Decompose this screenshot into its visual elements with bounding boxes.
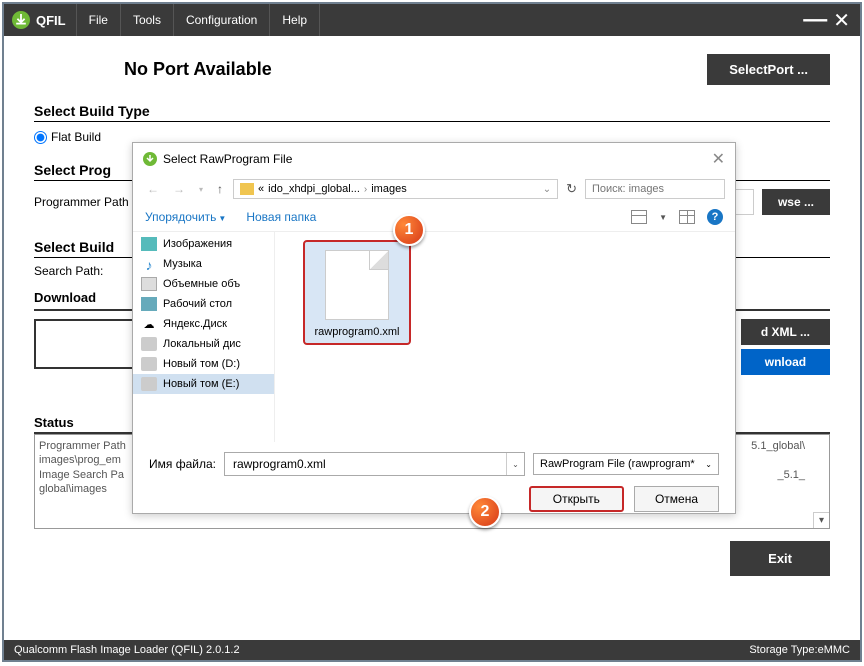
organize-dropdown[interactable]: Упорядочить▼ <box>145 210 226 224</box>
sidebar-item-drive-e[interactable]: Новый том (E:) <box>133 374 274 394</box>
dialog-logo-icon <box>143 152 157 166</box>
nav-history-icon[interactable]: ▾ <box>195 183 207 196</box>
pictures-icon <box>141 237 157 251</box>
exit-button[interactable]: Exit <box>730 541 830 576</box>
title-bar: QFIL File Tools Configuration Help — ✕ <box>4 4 860 36</box>
drive-icon <box>141 337 157 351</box>
folder-sidebar: Изображения ♪Музыка Объемные объ Рабочий… <box>133 232 275 442</box>
sidebar-item-drive-d[interactable]: Новый том (D:) <box>133 354 274 374</box>
drive-icon <box>141 377 157 391</box>
close-icon[interactable]: ✕ <box>833 8 850 33</box>
browse-button[interactable]: wse ... <box>762 189 830 215</box>
yandex-disk-icon: ☁ <box>141 317 157 331</box>
nav-back-icon[interactable]: ← <box>143 180 163 198</box>
filename-dropdown-icon[interactable]: ⌄ <box>506 453 524 475</box>
port-status: No Port Available <box>124 59 272 80</box>
view-mode-icon[interactable] <box>631 210 647 224</box>
callout-1: 1 <box>393 214 425 246</box>
load-xml-button[interactable]: d XML ... <box>741 319 830 345</box>
file-open-dialog: Select RawProgram File ✕ ← → ▾ ↑ « ido_x… <box>132 142 736 514</box>
menu-file[interactable]: File <box>76 4 120 36</box>
app-title: QFIL <box>36 13 66 28</box>
select-port-button[interactable]: SelectPort ... <box>707 54 830 85</box>
callout-2: 2 <box>469 496 501 528</box>
download-button[interactable]: wnload <box>741 349 830 375</box>
status-bar: Qualcomm Flash Image Loader (QFIL) 2.0.1… <box>4 640 860 660</box>
view-dropdown-icon[interactable]: ▼ <box>659 213 667 222</box>
dialog-close-icon[interactable]: ✕ <box>712 149 725 169</box>
flat-build-radio[interactable] <box>34 131 47 144</box>
desktop-icon <box>141 297 157 311</box>
sidebar-item-localdisk[interactable]: Локальный дис <box>133 334 274 354</box>
file-rawprogram0[interactable]: rawprogram0.xml <box>303 240 411 345</box>
search-path-label: Search Path: <box>34 264 103 278</box>
folder-icon <box>240 183 254 195</box>
sidebar-item-music[interactable]: ♪Музыка <box>133 254 274 274</box>
sidebar-item-desktop[interactable]: Рабочий стол <box>133 294 274 314</box>
build-type-title: Select Build Type <box>34 103 830 122</box>
main-menu: File Tools Configuration Help <box>76 4 320 36</box>
cancel-button[interactable]: Отмена <box>634 486 719 512</box>
scroll-down-icon[interactable]: ▾ <box>813 512 829 528</box>
minimize-icon[interactable]: — <box>803 6 827 34</box>
filename-input[interactable] <box>225 453 506 475</box>
statusbar-storage: Storage Type:eMMC <box>749 644 850 656</box>
refresh-icon[interactable]: ↻ <box>564 181 579 197</box>
dialog-title: Select RawProgram File <box>163 152 292 166</box>
drive-icon <box>141 357 157 371</box>
chevron-right-icon: › <box>364 184 367 195</box>
filename-combo[interactable]: ⌄ <box>224 452 525 476</box>
nav-forward-icon[interactable]: → <box>169 180 189 198</box>
menu-tools[interactable]: Tools <box>120 4 173 36</box>
menu-configuration[interactable]: Configuration <box>173 4 269 36</box>
preview-pane-icon[interactable] <box>679 210 695 224</box>
search-input[interactable] <box>585 179 725 199</box>
help-icon[interactable]: ? <box>707 209 723 225</box>
sidebar-item-yandex[interactable]: ☁Яндекс.Диск <box>133 314 274 334</box>
path-breadcrumb[interactable]: « ido_xhdpi_global... › images ⌄ <box>233 179 558 199</box>
app-logo-icon <box>12 11 30 29</box>
open-button[interactable]: Открыть <box>529 486 624 512</box>
chevron-down-icon[interactable]: ⌄ <box>543 184 551 195</box>
new-folder-button[interactable]: Новая папка <box>246 210 316 224</box>
nav-up-icon[interactable]: ↑ <box>213 180 227 198</box>
sidebar-item-pictures[interactable]: Изображения <box>133 234 274 254</box>
menu-help[interactable]: Help <box>269 4 320 36</box>
3d-objects-icon <box>141 277 157 291</box>
sidebar-item-3d[interactable]: Объемные объ <box>133 274 274 294</box>
programmer-path-label: Programmer Path <box>34 195 129 209</box>
filename-label: Имя файла: <box>149 457 216 471</box>
flat-build-label: Flat Build <box>51 130 101 144</box>
file-list-area[interactable]: rawprogram0.xml 1 <box>275 232 735 442</box>
xml-file-icon <box>325 250 389 320</box>
music-icon: ♪ <box>141 257 157 271</box>
file-filter-select[interactable]: RawProgram File (rawprogram*⌄ <box>533 453 719 475</box>
statusbar-version: Qualcomm Flash Image Loader (QFIL) 2.0.1… <box>14 644 240 656</box>
